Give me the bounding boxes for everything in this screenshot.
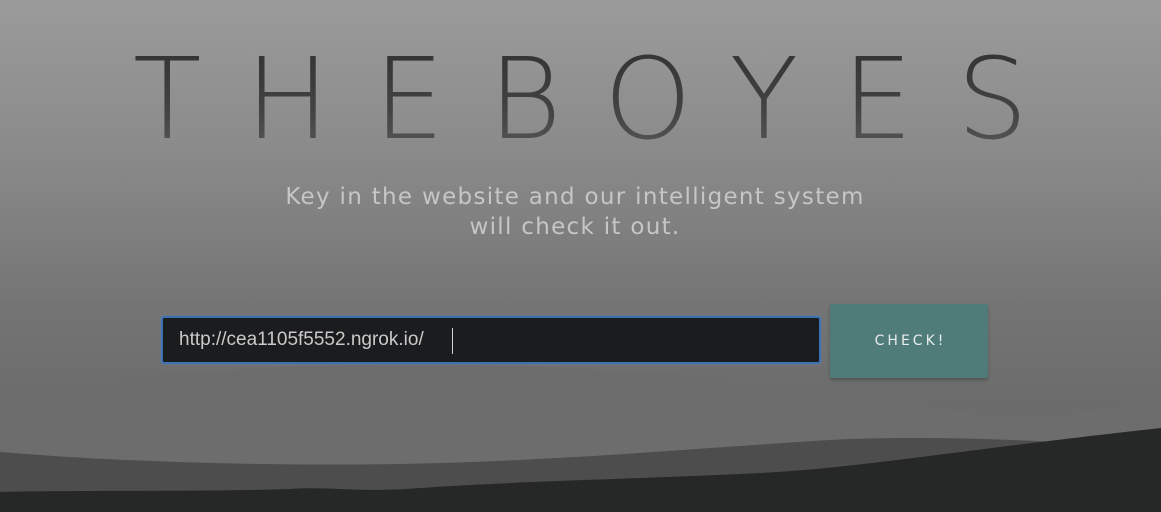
url-input[interactable] [163, 318, 819, 362]
tagline-line-2: will check it out. [469, 214, 681, 240]
brand-title: THEBOYES [0, 30, 1161, 170]
tagline-line-1: Key in the website and our intelligent s… [285, 184, 865, 210]
tagline: Key in the website and our intelligent s… [230, 182, 920, 242]
check-button[interactable]: CHECK! [830, 304, 988, 378]
url-input-container [161, 316, 821, 364]
text-cursor [452, 328, 453, 354]
